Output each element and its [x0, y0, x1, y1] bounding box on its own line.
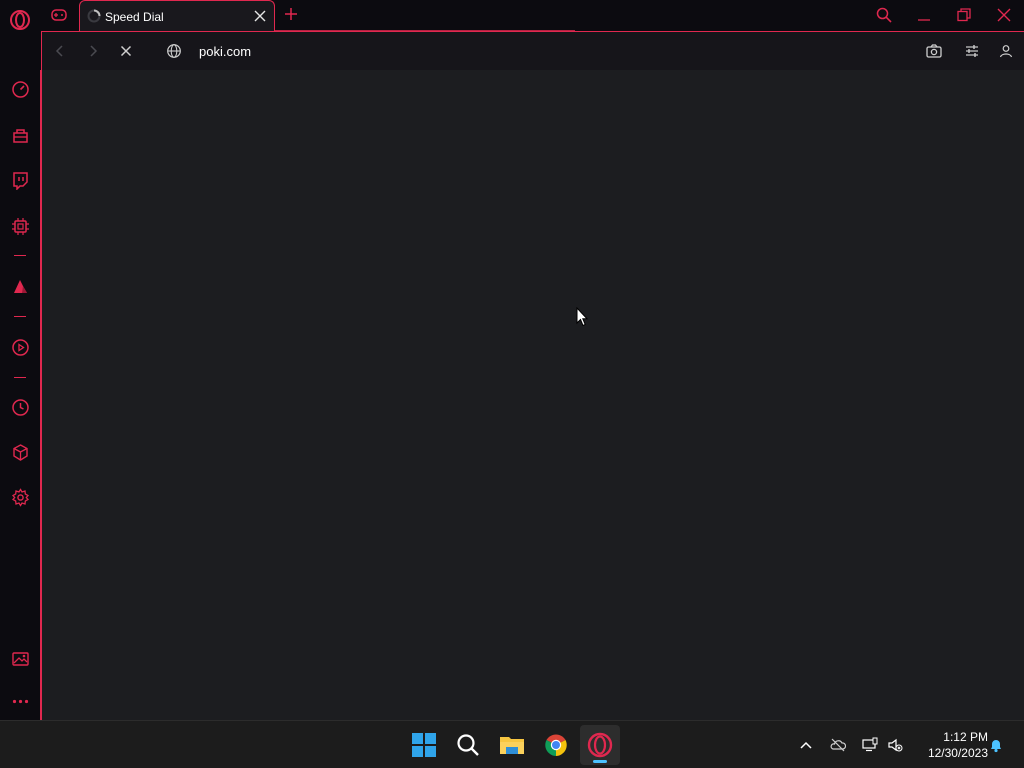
twitch-icon[interactable]	[11, 171, 30, 190]
profile-icon[interactable]	[997, 42, 1015, 60]
search-icon	[457, 734, 479, 756]
stop-loading-icon[interactable]	[118, 43, 134, 59]
mouse-cursor-icon	[576, 307, 588, 327]
minimize-icon[interactable]	[916, 7, 932, 23]
arcade-icon[interactable]	[11, 277, 30, 296]
title-bar: Speed Dial	[0, 0, 1024, 31]
forward-icon[interactable]	[85, 43, 101, 59]
taskbar-search-button[interactable]	[448, 725, 488, 765]
clock-date: 12/30/2023	[927, 746, 988, 760]
onedrive-offline-icon[interactable]	[830, 737, 846, 753]
windows-logo-icon	[412, 733, 436, 757]
windows-taskbar: 1:12 PM 12/30/2023	[0, 720, 1024, 768]
shopping-corner-icon[interactable]	[11, 126, 30, 145]
url-field[interactable]: poki.com	[199, 44, 251, 59]
file-explorer-button[interactable]	[492, 725, 532, 765]
page-content[interactable]	[41, 70, 1024, 720]
close-tab-icon[interactable]	[254, 10, 266, 22]
restore-icon[interactable]	[956, 7, 972, 23]
chrome-icon	[545, 734, 567, 756]
sidebar-separator	[14, 316, 26, 317]
notification-bell-icon[interactable]	[988, 737, 1004, 753]
tab-speed-dial[interactable]: Speed Dial	[79, 0, 275, 31]
sidebar-separator	[14, 377, 26, 378]
opera-gx-taskbar-button[interactable]	[580, 725, 620, 765]
gamepad-icon[interactable]	[50, 7, 68, 23]
easy-setup-icon[interactable]	[963, 42, 981, 60]
settings-gear-icon[interactable]	[11, 488, 30, 507]
chrome-button[interactable]	[536, 725, 576, 765]
address-bar: poki.com	[41, 31, 1024, 70]
search-icon[interactable]	[876, 7, 892, 23]
sidebar	[0, 70, 41, 720]
system-clock[interactable]: 1:12 PM 12/30/2023	[912, 729, 988, 761]
opera-gx-icon	[587, 732, 613, 758]
close-window-icon[interactable]	[996, 7, 1012, 23]
more-dots-icon[interactable]	[11, 692, 30, 711]
tab-title: Speed Dial	[105, 10, 164, 24]
active-app-indicator	[593, 760, 607, 763]
speed-dial-icon[interactable]	[11, 80, 30, 99]
globe-icon	[167, 44, 181, 58]
volume-muted-icon[interactable]	[887, 737, 903, 753]
chevron-up-icon[interactable]	[798, 737, 814, 753]
back-icon[interactable]	[52, 43, 68, 59]
camera-snapshot-icon[interactable]	[925, 42, 943, 60]
video-player-icon[interactable]	[11, 338, 30, 357]
history-icon[interactable]	[11, 398, 30, 417]
start-button[interactable]	[404, 725, 444, 765]
network-icon[interactable]	[862, 737, 878, 753]
opera-logo-icon[interactable]	[9, 9, 31, 31]
folder-icon	[500, 737, 524, 754]
gx-control-icon[interactable]	[11, 217, 30, 236]
new-tab-plus-icon[interactable]	[284, 7, 298, 21]
extensions-cube-icon[interactable]	[11, 443, 30, 462]
loading-spinner-icon	[87, 9, 101, 23]
screenshot-gallery-icon[interactable]	[11, 649, 30, 668]
sidebar-separator	[14, 255, 26, 256]
clock-time: 1:12 PM	[943, 730, 988, 744]
